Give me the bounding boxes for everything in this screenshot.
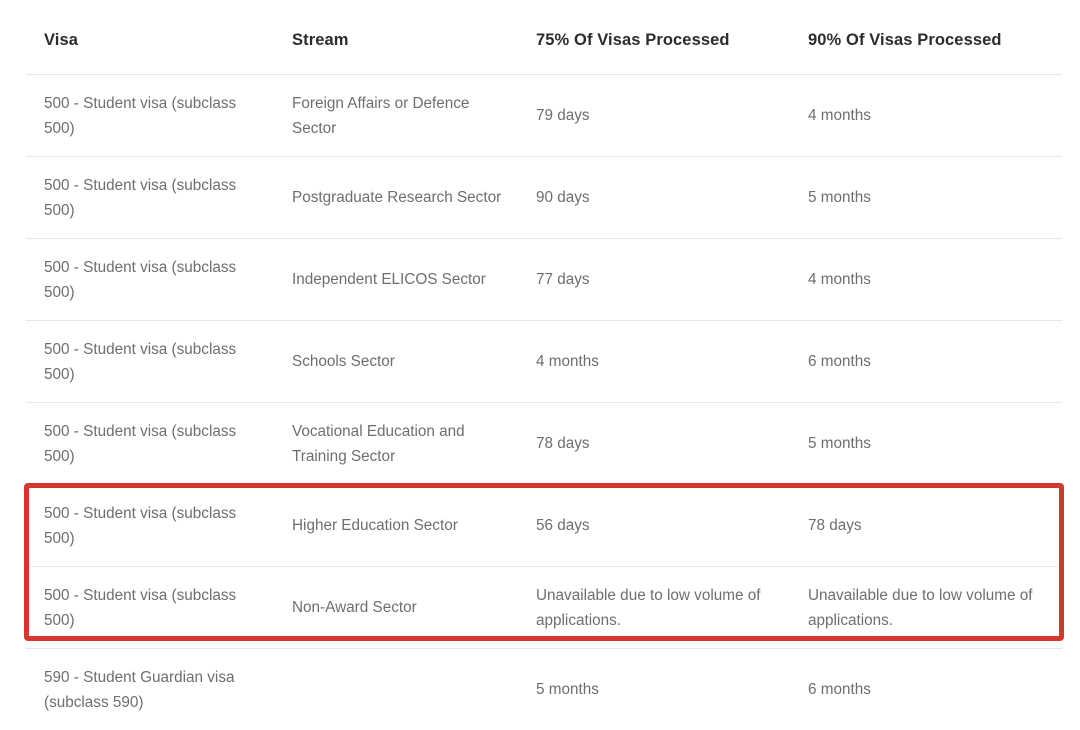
cell-stream-text: Schools Sector: [292, 349, 504, 374]
table-row: 500 - Student visa (subclass 500) Vocatio…: [26, 403, 1062, 485]
cell-75-percent-processed-text: 56 days: [536, 513, 776, 538]
cell-90-percent-processed-text: 5 months: [808, 185, 1048, 210]
cell-75-percent-processed-text: 78 days: [536, 431, 776, 456]
cell-90-percent-processed: 5 months: [790, 403, 1062, 485]
cell-90-percent-processed-text: Unavailable due to low volume of applica…: [808, 583, 1048, 633]
visa-processing-times-table: Visa Stream 75% Of Visas Processed 90% O…: [26, 6, 1062, 730]
cell-75-percent-processed: 78 days: [518, 403, 790, 485]
cell-75-percent-processed: 5 months: [518, 649, 790, 730]
visa-processing-times-table-wrapper: Visa Stream 75% Of Visas Processed 90% O…: [26, 6, 1062, 730]
cell-visa: 590 - Student Guardian visa (subclass 59…: [26, 649, 274, 730]
cell-75-percent-processed-text: 5 months: [536, 677, 776, 702]
cell-visa-text: 500 - Student visa (subclass 500): [44, 501, 260, 551]
cell-stream: Postgraduate Research Sector: [274, 157, 518, 239]
page-root: Visa Stream 75% Of Visas Processed 90% O…: [0, 0, 1080, 707]
cell-visa: 500 - Student visa (subclass 500): [26, 157, 274, 239]
cell-visa: 500 - Student visa (subclass 500): [26, 567, 274, 649]
cell-stream-text: Independent ELICOS Sector: [292, 267, 504, 292]
cell-stream-text: Vocational Education and Training Sector: [292, 419, 504, 469]
cell-visa-text: 500 - Student visa (subclass 500): [44, 583, 260, 633]
cell-visa-text: 590 - Student Guardian visa (subclass 59…: [44, 665, 260, 715]
cell-90-percent-processed: 78 days: [790, 485, 1062, 567]
cell-75-percent-processed-text: 90 days: [536, 185, 776, 210]
cell-75-percent-processed: 79 days: [518, 75, 790, 157]
table-row: 500 - Student visa (subclass 500) Foreign…: [26, 75, 1062, 157]
column-header-stream[interactable]: Stream: [274, 6, 518, 75]
cell-stream: Higher Education Sector: [274, 485, 518, 567]
cell-stream: Independent ELICOS Sector: [274, 239, 518, 321]
cell-stream-text: Higher Education Sector: [292, 513, 504, 538]
cell-stream: Vocational Education and Training Sector: [274, 403, 518, 485]
cell-stream: Non-Award Sector: [274, 567, 518, 649]
cell-stream-text: Non-Award Sector: [292, 595, 504, 620]
cell-90-percent-processed: 5 months: [790, 157, 1062, 239]
table-header: Visa Stream 75% Of Visas Processed 90% O…: [26, 6, 1062, 75]
cell-visa-text: 500 - Student visa (subclass 500): [44, 255, 260, 305]
cell-visa: 500 - Student visa (subclass 500): [26, 321, 274, 403]
table-row: 500 - Student visa (subclass 500) Postgra…: [26, 157, 1062, 239]
cell-visa: 500 - Student visa (subclass 500): [26, 403, 274, 485]
table-row: 500 - Student visa (subclass 500) Indepen…: [26, 239, 1062, 321]
cell-visa: 500 - Student visa (subclass 500): [26, 75, 274, 157]
cell-75-percent-processed-text: Unavailable due to low volume of applica…: [536, 583, 776, 633]
cell-90-percent-processed-text: 6 months: [808, 677, 1048, 702]
column-header-75-percent-processed[interactable]: 75% Of Visas Processed: [518, 6, 790, 75]
cell-90-percent-processed-text: 4 months: [808, 103, 1048, 128]
cell-90-percent-processed: 4 months: [790, 75, 1062, 157]
cell-90-percent-processed-text: 4 months: [808, 267, 1048, 292]
cell-75-percent-processed: 4 months: [518, 321, 790, 403]
cell-stream: [274, 649, 518, 730]
table-header-row: Visa Stream 75% Of Visas Processed 90% O…: [26, 6, 1062, 75]
column-header-90-percent-processed[interactable]: 90% Of Visas Processed: [790, 6, 1062, 75]
table-body: 500 - Student visa (subclass 500) Foreign…: [26, 75, 1062, 730]
table-row: 500 - Student visa (subclass 500) Higher …: [26, 485, 1062, 567]
cell-75-percent-processed: 77 days: [518, 239, 790, 321]
cell-stream: Foreign Affairs or Defence Sector: [274, 75, 518, 157]
cell-stream: Schools Sector: [274, 321, 518, 403]
cell-visa-text: 500 - Student visa (subclass 500): [44, 337, 260, 387]
cell-75-percent-processed: Unavailable due to low volume of applica…: [518, 567, 790, 649]
cell-stream-text: Foreign Affairs or Defence Sector: [292, 91, 504, 141]
cell-90-percent-processed: Unavailable due to low volume of applica…: [790, 567, 1062, 649]
cell-75-percent-processed-text: 79 days: [536, 103, 776, 128]
cell-90-percent-processed: 6 months: [790, 321, 1062, 403]
cell-75-percent-processed: 90 days: [518, 157, 790, 239]
cell-90-percent-processed: 6 months: [790, 649, 1062, 730]
cell-90-percent-processed-text: 78 days: [808, 513, 1048, 538]
cell-90-percent-processed: 4 months: [790, 239, 1062, 321]
cell-90-percent-processed-text: 6 months: [808, 349, 1048, 374]
cell-visa-text: 500 - Student visa (subclass 500): [44, 91, 260, 141]
table-row: 500 - Student visa (subclass 500) Schools…: [26, 321, 1062, 403]
table-row: 500 - Student visa (subclass 500) Non-Awa…: [26, 567, 1062, 649]
cell-visa-text: 500 - Student visa (subclass 500): [44, 173, 260, 223]
cell-stream-text: Postgraduate Research Sector: [292, 185, 504, 210]
cell-75-percent-processed-text: 4 months: [536, 349, 776, 374]
cell-visa: 500 - Student visa (subclass 500): [26, 485, 274, 567]
column-header-visa[interactable]: Visa: [26, 6, 274, 75]
cell-75-percent-processed: 56 days: [518, 485, 790, 567]
cell-visa: 500 - Student visa (subclass 500): [26, 239, 274, 321]
cell-75-percent-processed-text: 77 days: [536, 267, 776, 292]
table-row: 590 - Student Guardian visa (subclass 59…: [26, 649, 1062, 730]
cell-visa-text: 500 - Student visa (subclass 500): [44, 419, 260, 469]
cell-90-percent-processed-text: 5 months: [808, 431, 1048, 456]
